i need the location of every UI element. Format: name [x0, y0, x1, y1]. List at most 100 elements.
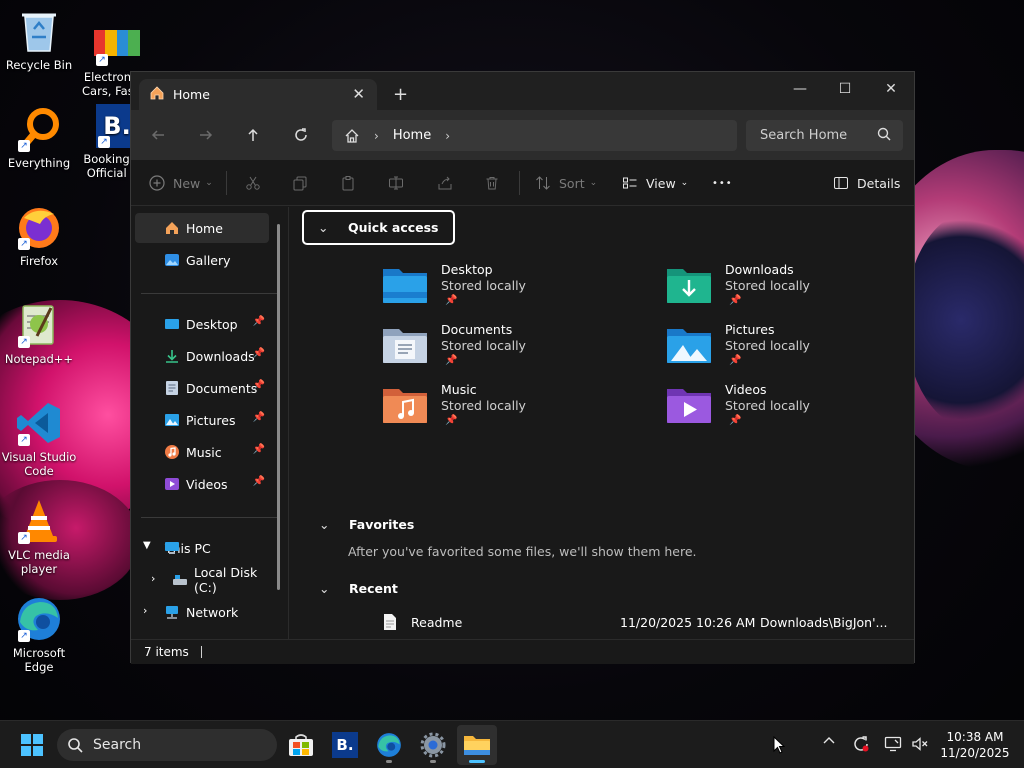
- delete-button[interactable]: [484, 170, 500, 196]
- document-icon: [164, 380, 180, 396]
- quick-access-header[interactable]: ⌄ Quick access: [302, 210, 455, 245]
- sidebar-item-pictures[interactable]: Pictures 📌: [135, 405, 269, 435]
- desktop-icon-firefox[interactable]: ↗ Firefox: [0, 204, 78, 268]
- share-button[interactable]: [437, 170, 453, 196]
- desktop-icon-vlc[interactable]: ↗ VLC media player: [0, 498, 78, 576]
- drive-icon: [172, 572, 188, 588]
- taskbar-file-explorer[interactable]: [457, 725, 497, 765]
- chevron-right-icon[interactable]: ›: [374, 129, 379, 143]
- sidebar-item-documents[interactable]: Documents 📌: [135, 373, 269, 403]
- sidebar-divider: [141, 517, 277, 518]
- cut-button[interactable]: [245, 170, 261, 196]
- folder-music[interactable]: Music Stored locally 📌: [383, 382, 643, 438]
- sidebar-item-music[interactable]: Music 📌: [135, 437, 269, 467]
- new-tab-button[interactable]: +: [393, 84, 408, 105]
- chevron-right-icon[interactable]: ›: [151, 572, 155, 585]
- pin-icon[interactable]: 📌: [253, 348, 265, 359]
- sort-button[interactable]: Sort ⌄: [535, 170, 597, 196]
- chevron-down-icon: ⌄: [318, 220, 329, 235]
- desktop-icon-recycle-bin[interactable]: Recycle Bin: [0, 8, 78, 72]
- close-tab-icon[interactable]: ✕: [352, 85, 365, 103]
- sidebar-item-local-disk[interactable]: › Local Disk (C:): [135, 565, 269, 595]
- volume-muted-icon[interactable]: [911, 735, 929, 757]
- clock-date: 11/20/2025: [940, 746, 1010, 760]
- edge-icon: [377, 733, 401, 757]
- sidebar-item-downloads[interactable]: Downloads 📌: [135, 341, 269, 371]
- pictures-icon: [164, 412, 180, 428]
- folder-documents[interactable]: Documents Stored locally 📌: [383, 322, 643, 378]
- address-bar[interactable]: › Home ›: [332, 120, 737, 151]
- taskbar-booking[interactable]: B.: [325, 725, 365, 765]
- refresh-button[interactable]: [286, 122, 316, 148]
- desktop-icon-vscode[interactable]: ↗ Visual Studio Code: [0, 400, 78, 478]
- pin-icon[interactable]: 📌: [253, 316, 265, 327]
- sidebar-item-desktop[interactable]: Desktop 📌: [135, 309, 269, 339]
- title-bar[interactable]: Home ✕ + — ☐ ✕: [131, 72, 914, 110]
- desktop-icon-everything[interactable]: ↗ Everything: [0, 106, 78, 170]
- search-input[interactable]: Search Home: [746, 120, 903, 151]
- recent-file-row[interactable]: Readme 11/20/2025 10:26 AM Downloads\Big…: [383, 612, 887, 634]
- more-options-button[interactable]: •••: [712, 170, 733, 196]
- taskbar-edge[interactable]: [369, 725, 409, 765]
- breadcrumb-home[interactable]: Home: [393, 128, 431, 143]
- start-button[interactable]: [12, 725, 52, 765]
- taskbar-store[interactable]: [281, 725, 321, 765]
- downloads-folder-icon: [667, 269, 711, 303]
- folder-videos[interactable]: Videos Stored locally 📌: [667, 382, 927, 438]
- file-icon: [383, 613, 397, 634]
- download-icon: [164, 348, 180, 364]
- forward-button[interactable]: [191, 122, 221, 148]
- sidebar-item-videos[interactable]: Videos 📌: [135, 469, 269, 499]
- gear-icon: [420, 732, 446, 758]
- chevron-down-icon: ⌄: [680, 178, 689, 188]
- system-clock[interactable]: 10:38 AM 11/20/2025: [930, 729, 1020, 761]
- copy-button[interactable]: [292, 170, 308, 196]
- new-button[interactable]: New ⌄: [149, 170, 213, 196]
- maximize-button[interactable]: ☐: [822, 75, 868, 103]
- chevron-right-icon[interactable]: ›: [143, 604, 147, 617]
- toolbar-divider: [226, 171, 227, 195]
- pane-divider[interactable]: [288, 207, 289, 639]
- rename-button[interactable]: [388, 170, 404, 196]
- favorites-header[interactable]: ⌄ Favorites: [319, 517, 414, 532]
- sidebar-item-gallery[interactable]: Gallery: [135, 245, 269, 275]
- paste-button[interactable]: [340, 170, 356, 196]
- home-icon[interactable]: [344, 128, 360, 144]
- toolbar-divider: [519, 171, 520, 195]
- folder-downloads[interactable]: Downloads Stored locally 📌: [667, 262, 927, 318]
- recent-header[interactable]: ⌄ Recent: [319, 581, 398, 596]
- pin-icon[interactable]: 📌: [253, 444, 265, 455]
- file-explorer-window: Home ✕ + — ☐ ✕ › Home › Search Home New …: [130, 71, 915, 664]
- desktop-icon-edge[interactable]: ↗ Microsoft Edge: [0, 596, 78, 674]
- chevron-down-icon[interactable]: ▼: [143, 540, 151, 551]
- taskbar-settings[interactable]: [413, 725, 453, 765]
- video-icon: [164, 476, 180, 492]
- details-pane-button[interactable]: Details: [833, 170, 900, 196]
- desktop-icon-notepadpp[interactable]: ↗ Notepad++: [0, 302, 78, 366]
- sidebar-item-this-pc[interactable]: ▼ This PC: [135, 533, 269, 563]
- network-display-icon[interactable]: [884, 735, 902, 757]
- minimize-button[interactable]: —: [777, 75, 823, 103]
- tab-home[interactable]: Home ✕: [139, 79, 377, 110]
- sidebar-item-home[interactable]: Home: [135, 213, 269, 243]
- refresh-icon: [295, 128, 307, 141]
- taskbar-search-input[interactable]: Search: [57, 729, 277, 761]
- folder-desktop[interactable]: Desktop Stored locally 📌: [383, 262, 643, 318]
- everything-search-icon: ↗: [16, 106, 62, 152]
- pin-icon[interactable]: 📌: [253, 476, 265, 487]
- close-window-button[interactable]: ✕: [868, 75, 914, 103]
- back-button[interactable]: [143, 122, 173, 148]
- sidebar-item-network[interactable]: › Network: [135, 597, 269, 627]
- chevron-right-icon[interactable]: ›: [445, 129, 450, 143]
- view-button[interactable]: View ⌄: [622, 170, 688, 196]
- pin-icon[interactable]: 📌: [253, 412, 265, 423]
- up-button[interactable]: [238, 122, 268, 148]
- sync-status-icon[interactable]: [852, 735, 870, 757]
- pin-icon: 📌: [445, 415, 458, 426]
- pin-icon[interactable]: 📌: [253, 380, 265, 391]
- sidebar-scrollbar[interactable]: [277, 224, 280, 590]
- show-hidden-icons-chevron-up-icon[interactable]: [823, 735, 835, 751]
- folder-pictures[interactable]: Pictures Stored locally 📌: [667, 322, 927, 378]
- desktop-icon-label: VLC media player: [8, 548, 70, 576]
- content-pane: ⌄ Quick access Desktop Stored locally 📌 …: [291, 207, 915, 639]
